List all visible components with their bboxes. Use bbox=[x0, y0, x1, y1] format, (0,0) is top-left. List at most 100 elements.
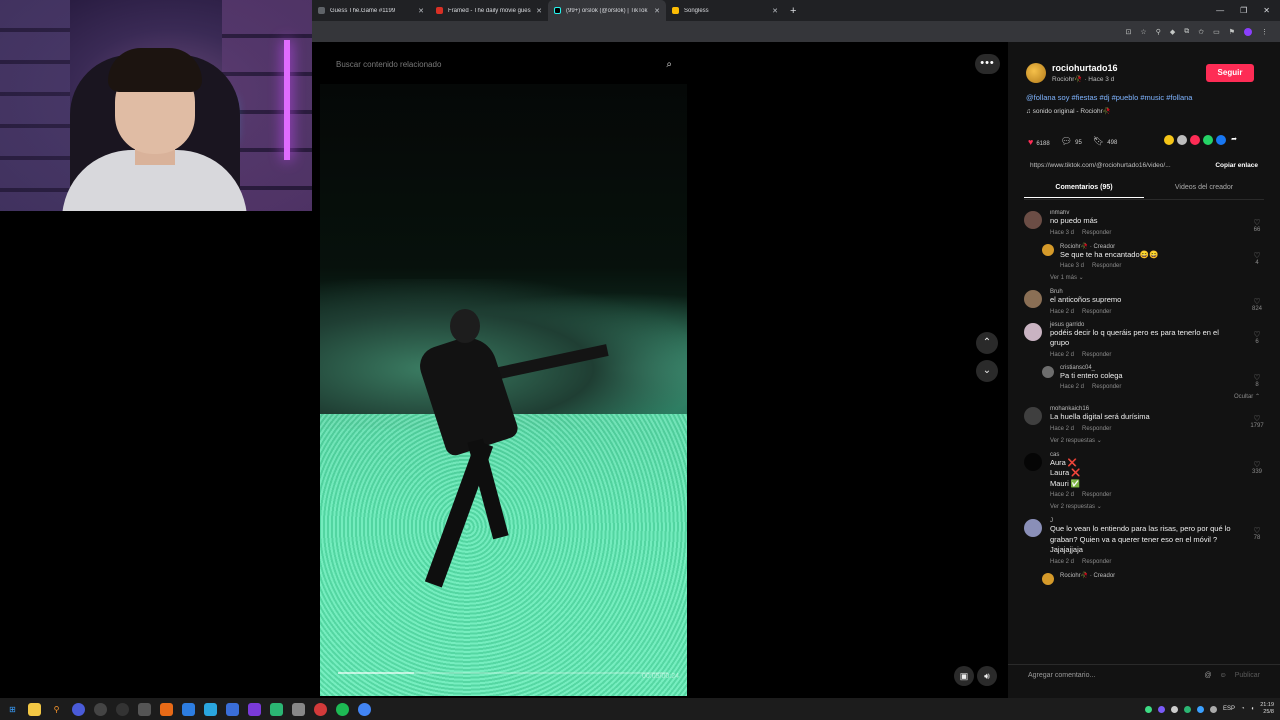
commenter-avatar[interactable] bbox=[1042, 572, 1054, 585]
commenter-avatar[interactable] bbox=[1024, 407, 1042, 425]
tab-comments[interactable]: Comentarios (95) bbox=[1024, 180, 1144, 198]
heart-outline-icon[interactable]: ♡ bbox=[1250, 460, 1264, 469]
install-app-icon[interactable]: ⊡ bbox=[1126, 28, 1132, 36]
emoji-icon[interactable]: ☺ bbox=[1220, 672, 1227, 679]
reply-button[interactable]: Responder bbox=[1092, 384, 1121, 390]
tab-songless[interactable]: Songless ✕ bbox=[666, 0, 784, 21]
commenter-name[interactable]: Rociohr🥀 · Creador bbox=[1060, 572, 1270, 579]
heart-outline-icon[interactable]: ♡ bbox=[1250, 330, 1264, 339]
like-stat[interactable]: ♥ 6188 bbox=[1028, 137, 1050, 147]
share-whatsapp-icon[interactable] bbox=[1203, 135, 1213, 145]
view-replies[interactable]: Ver 2 respuestas ⌄ bbox=[1050, 437, 1270, 444]
extension-icon[interactable]: ⚑ bbox=[1229, 28, 1235, 36]
wifi-icon[interactable]: ◔ bbox=[1241, 706, 1245, 712]
minimize-icon[interactable]: — bbox=[1216, 6, 1224, 15]
comment-icon[interactable]: 💬︎ bbox=[1061, 136, 1072, 146]
share-repost-icon[interactable] bbox=[1190, 135, 1200, 145]
tab-framed[interactable]: Framed - The daily movie guess ✕ bbox=[430, 0, 548, 21]
comment-like[interactable]: ♡ 8 bbox=[1250, 373, 1264, 388]
post-sound[interactable]: ♫ sonido original - Rociohr🥀 bbox=[1026, 107, 1111, 115]
chrome-icon[interactable] bbox=[358, 702, 371, 716]
view-replies[interactable]: Ver 2 respuestas ⌄ bbox=[1050, 503, 1270, 510]
app-icon[interactable] bbox=[138, 702, 151, 716]
tab-close-icon[interactable]: ✕ bbox=[418, 7, 424, 15]
app-icon[interactable] bbox=[94, 702, 107, 716]
share-embed-icon[interactable] bbox=[1164, 135, 1174, 145]
app-icon[interactable] bbox=[182, 702, 195, 716]
heart-outline-icon[interactable]: ♡ bbox=[1250, 218, 1264, 227]
tab-close-icon[interactable]: ✕ bbox=[654, 7, 660, 15]
author-info[interactable]: rociohurtado16 Rociohr🥀 · Hace 3 d bbox=[1026, 63, 1118, 83]
reply-button[interactable]: Responder bbox=[1082, 426, 1111, 432]
app-icon[interactable] bbox=[292, 702, 305, 716]
commenter-avatar[interactable] bbox=[1024, 211, 1042, 229]
next-video-button[interactable]: ⌄ bbox=[976, 360, 998, 382]
commenter-name[interactable]: Rociohr🥀 · Creador bbox=[1060, 243, 1270, 250]
extension-icon[interactable]: ⚲ bbox=[1156, 28, 1161, 36]
comment-like[interactable]: ♡ 6 bbox=[1250, 330, 1264, 345]
commenter-avatar[interactable] bbox=[1024, 290, 1042, 308]
tab-guess-the-game[interactable]: Guess The.Game #1199 ✕ bbox=[312, 0, 430, 21]
comment-like[interactable]: ♡ 78 bbox=[1250, 526, 1264, 541]
share-more-icon[interactable]: ➦ bbox=[1229, 135, 1239, 145]
reply-button[interactable]: Responder bbox=[1082, 309, 1111, 315]
tray-icon[interactable] bbox=[1144, 705, 1152, 713]
comment-like[interactable]: ♡ 339 bbox=[1250, 460, 1264, 475]
heart-outline-icon[interactable]: ♡ bbox=[1250, 251, 1264, 260]
app-icon[interactable] bbox=[204, 702, 217, 716]
comment-like[interactable]: ♡ 824 bbox=[1250, 297, 1264, 312]
comment-like[interactable]: ♡ 66 bbox=[1250, 218, 1264, 233]
mention-icon[interactable]: @ bbox=[1204, 672, 1211, 679]
bookmarks-icon[interactable]: ✩ bbox=[1198, 28, 1204, 36]
commenter-avatar[interactable] bbox=[1024, 519, 1042, 537]
search-input[interactable]: Buscar contenido relacionado bbox=[336, 60, 666, 69]
reply-button[interactable]: Responder bbox=[1082, 492, 1111, 498]
speaker-icon[interactable]: ◖ bbox=[1251, 706, 1255, 712]
copy-link-button[interactable]: Copiar enlace bbox=[1215, 162, 1258, 169]
tray-icon[interactable] bbox=[1157, 705, 1165, 713]
tab-tiktok[interactable]: (99+) orslok (@orslok) | TikTok ✕ bbox=[548, 0, 666, 21]
app-icon[interactable] bbox=[160, 702, 173, 716]
publish-button[interactable]: Publicar bbox=[1235, 672, 1260, 679]
tab-close-icon[interactable]: ✕ bbox=[536, 7, 542, 15]
more-options-button[interactable]: ••• bbox=[975, 54, 1000, 74]
comment-stat[interactable]: 💬︎ 95 bbox=[1061, 136, 1082, 147]
tray-icon[interactable] bbox=[1170, 705, 1178, 713]
extension-icon[interactable]: ▭ bbox=[1213, 28, 1220, 36]
tray-icon[interactable] bbox=[1183, 705, 1191, 713]
extensions-puzzle-icon[interactable]: ⧉ bbox=[1184, 28, 1189, 36]
floating-player-icon[interactable]: ▣ bbox=[954, 666, 974, 686]
comment-input[interactable]: Agregar comentario... bbox=[1028, 672, 1196, 679]
extension-icon[interactable]: ◆ bbox=[1170, 28, 1175, 36]
reply-button[interactable]: Responder bbox=[1082, 559, 1111, 565]
profile-avatar[interactable] bbox=[1244, 27, 1252, 36]
share-friends-icon[interactable] bbox=[1177, 135, 1187, 145]
commenter-avatar[interactable] bbox=[1042, 365, 1054, 378]
heart-outline-icon[interactable]: ♡ bbox=[1250, 414, 1264, 423]
tray-icon[interactable] bbox=[1209, 705, 1217, 713]
language-indicator[interactable]: ESP bbox=[1223, 706, 1235, 712]
app-icon[interactable] bbox=[314, 702, 327, 716]
heart-outline-icon[interactable]: ♡ bbox=[1250, 526, 1264, 535]
commenter-avatar[interactable] bbox=[1024, 322, 1042, 341]
bookmark-icon[interactable]: 🔖︎ bbox=[1093, 136, 1104, 146]
app-icon[interactable] bbox=[270, 702, 283, 716]
video-progress-bar[interactable] bbox=[338, 672, 668, 674]
spotify-icon[interactable] bbox=[336, 702, 349, 716]
reply-button[interactable]: Responder bbox=[1092, 263, 1121, 269]
save-stat[interactable]: 🔖︎ 498 bbox=[1093, 136, 1117, 147]
windows-start-icon[interactable]: ⊞ bbox=[6, 703, 19, 716]
heart-outline-icon[interactable]: ♡ bbox=[1250, 373, 1264, 382]
heart-outline-icon[interactable]: ♡ bbox=[1250, 297, 1264, 306]
hide-replies[interactable]: Ocultar ⌃ bbox=[1024, 393, 1270, 400]
view-more-replies[interactable]: Ver 1 más ⌄ bbox=[1050, 274, 1270, 281]
app-icon[interactable] bbox=[116, 702, 129, 716]
file-explorer-icon[interactable] bbox=[28, 702, 41, 716]
previous-video-button[interactable]: ⌃ bbox=[976, 332, 998, 354]
app-icon[interactable] bbox=[72, 702, 85, 716]
app-icon[interactable] bbox=[226, 702, 239, 716]
new-tab-button[interactable]: + bbox=[790, 5, 796, 17]
author-username[interactable]: rociohurtado16 bbox=[1052, 63, 1118, 73]
search-icon[interactable]: ⌕ bbox=[666, 59, 672, 70]
reply-button[interactable]: Responder bbox=[1082, 352, 1111, 358]
